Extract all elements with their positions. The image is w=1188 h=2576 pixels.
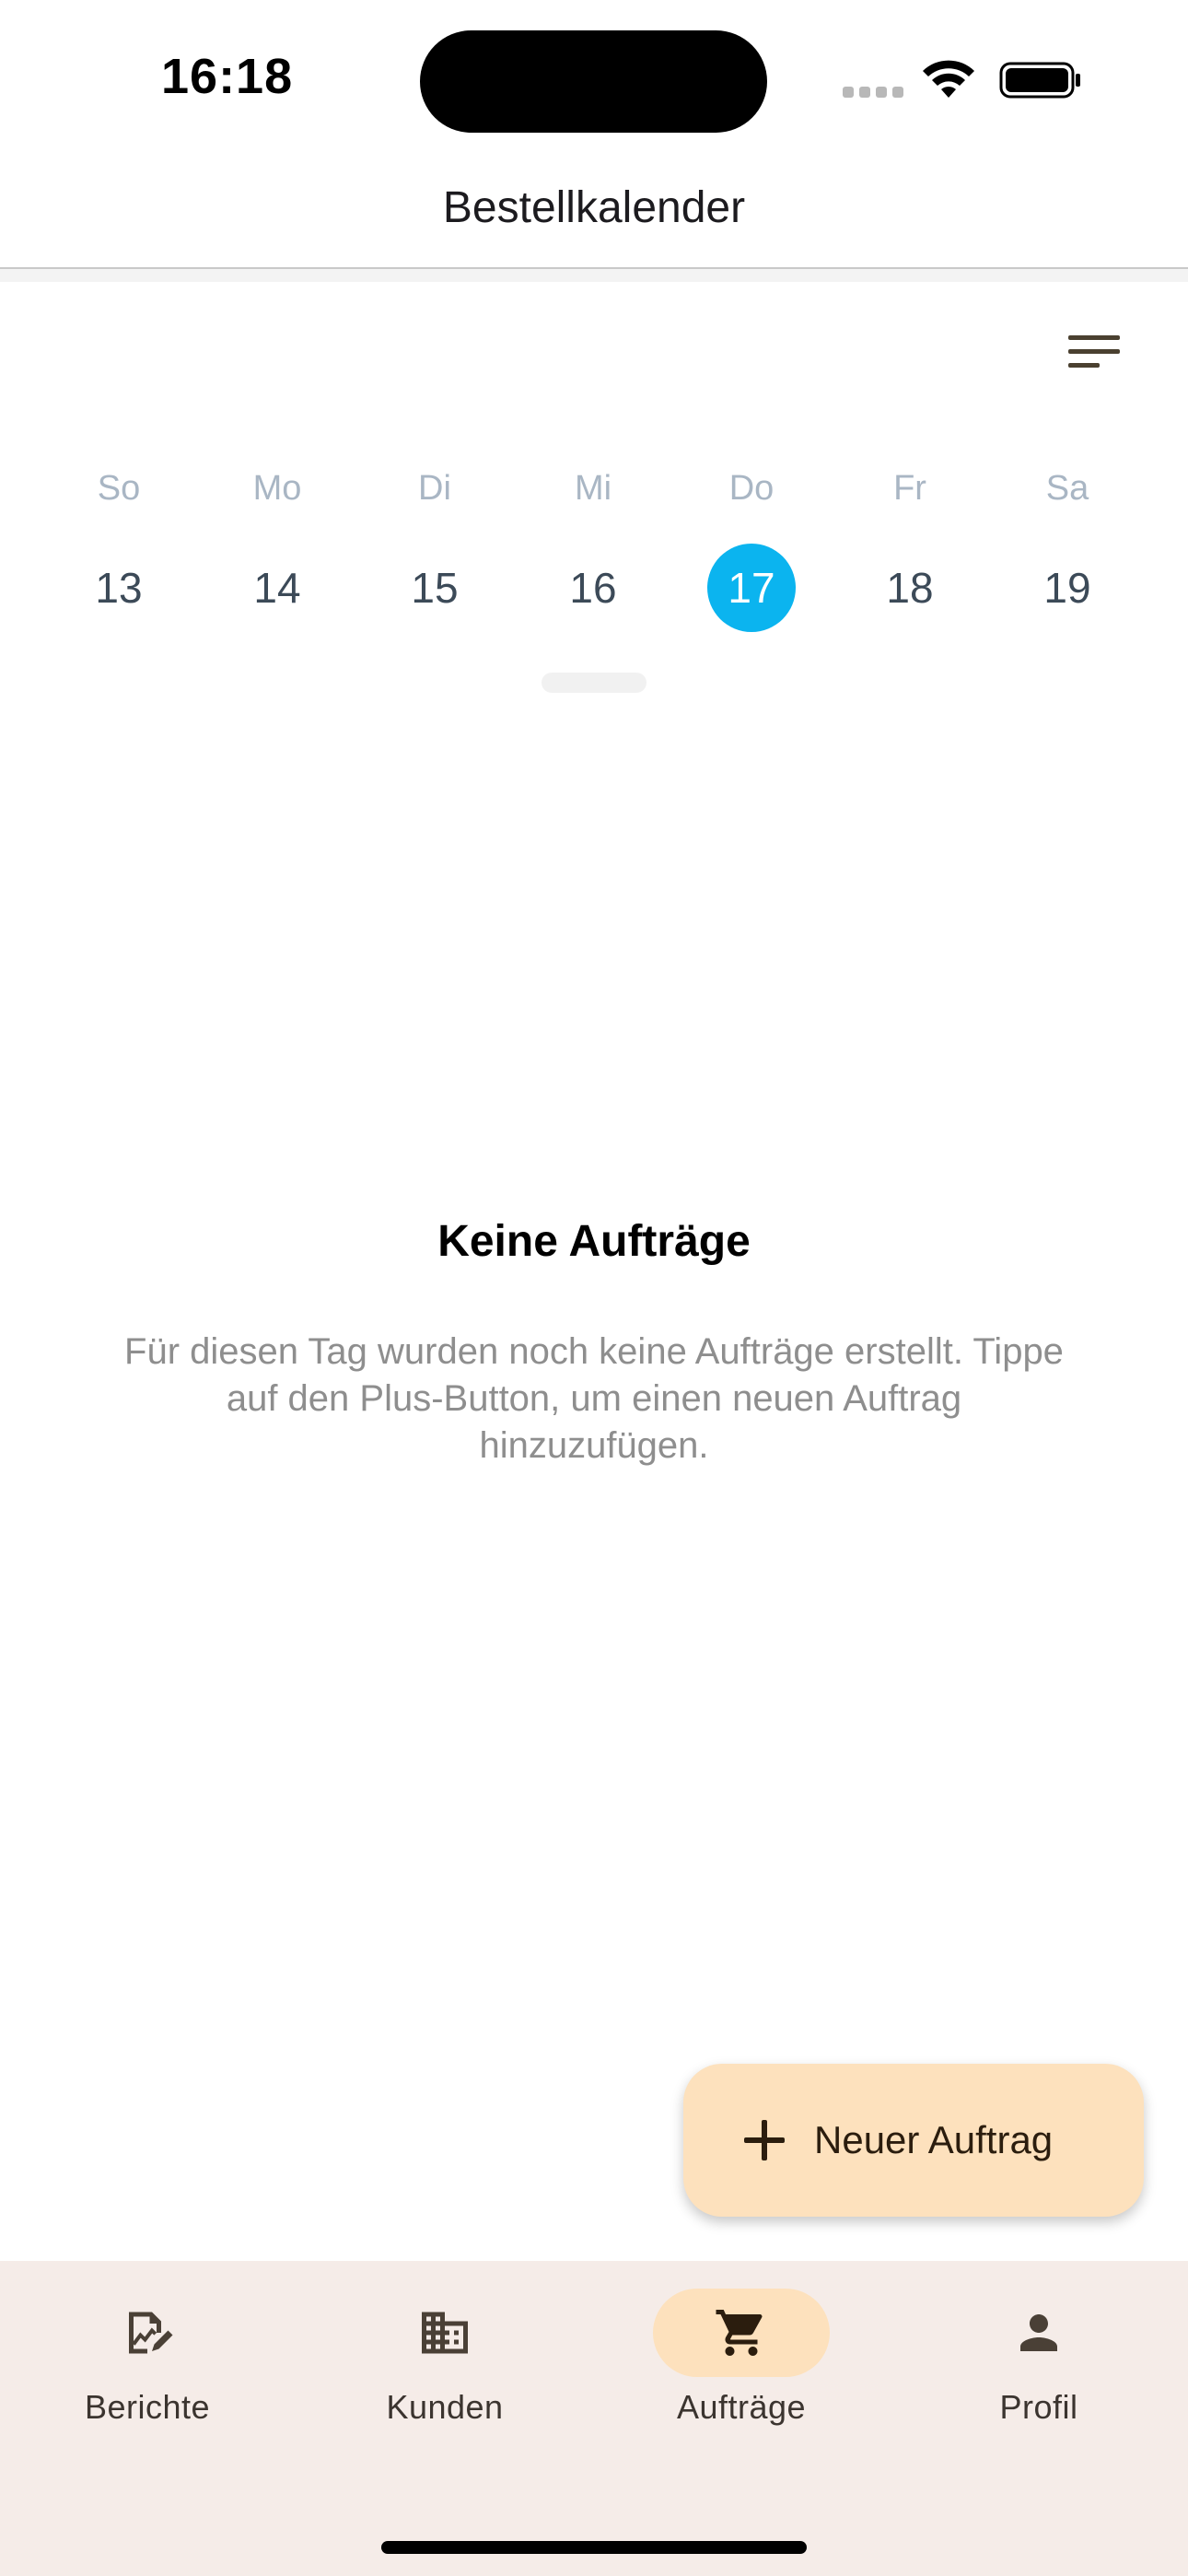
day-name: So	[97, 469, 141, 508]
status-bar: 16:18	[0, 0, 1188, 157]
wifi-icon	[923, 60, 974, 98]
calendar-day[interactable]: Mi 16	[538, 461, 648, 636]
app-bar: Bestellkalender	[0, 157, 1188, 269]
nav-label: Kunden	[386, 2388, 504, 2426]
plus-icon	[739, 2114, 790, 2166]
day-number: 18	[886, 564, 934, 612]
page-title: Bestellkalender	[442, 183, 746, 232]
home-indicator[interactable]	[381, 2541, 807, 2554]
calendar-day-selected[interactable]: Do 17	[696, 461, 807, 636]
bottom-navigation: Berichte Kunden Aufträge Profil	[0, 2261, 1188, 2576]
day-number: 19	[1043, 564, 1091, 612]
day-name: Do	[728, 469, 775, 508]
day-number: 14	[253, 564, 301, 612]
day-number: 16	[569, 564, 617, 612]
status-time: 16:18	[161, 49, 294, 104]
nav-item-auftraege[interactable]: Aufträge	[631, 2289, 852, 2427]
day-number-selected: 17	[707, 544, 796, 632]
nav-item-berichte[interactable]: Berichte	[37, 2289, 258, 2427]
calendar-day[interactable]: Fr 18	[855, 461, 965, 636]
battery-icon	[999, 62, 1080, 99]
status-icons	[843, 57, 1082, 103]
day-name: Fr	[893, 469, 926, 508]
week-calendar: So 13 Mo 14 Di 15 Mi 16 Do 17 Fr 18 Sa 1…	[0, 461, 1188, 645]
new-order-button[interactable]: Neuer Auftrag	[683, 2064, 1144, 2217]
empty-state-text: Für diesen Tag wurden noch keine Aufträg…	[124, 1331, 1064, 1466]
nav-item-profil[interactable]: Profil	[928, 2289, 1149, 2427]
calendar-drag-handle[interactable]	[542, 673, 646, 693]
app-bar-divider	[0, 269, 1188, 282]
building-icon	[422, 2312, 468, 2354]
shopping-cart-icon	[716, 2310, 763, 2356]
day-name: Mo	[252, 469, 302, 508]
day-number: 15	[411, 564, 459, 612]
new-order-label: Neuer Auftrag	[814, 2118, 1054, 2161]
nav-label: Berichte	[84, 2388, 211, 2426]
day-name: Sa	[1045, 469, 1089, 508]
nav-label: Profil	[999, 2388, 1078, 2426]
filter-list-icon[interactable]	[1057, 322, 1131, 381]
nav-label: Aufträge	[676, 2388, 807, 2426]
empty-state-title: Keine Aufträge	[437, 1217, 751, 1266]
person-icon	[1020, 2314, 1057, 2351]
cellular-signal-icon	[843, 87, 903, 98]
calendar-day[interactable]: Di 15	[379, 461, 490, 636]
calendar-day[interactable]: So 13	[64, 461, 174, 636]
calendar-day[interactable]: Mo 14	[222, 461, 332, 636]
dynamic-island	[420, 30, 767, 133]
calendar-day[interactable]: Sa 19	[1012, 461, 1123, 636]
day-name: Mi	[574, 469, 612, 508]
day-name: Di	[418, 469, 451, 508]
day-number: 13	[95, 564, 143, 612]
report-edit-icon	[129, 2312, 173, 2354]
nav-item-kunden[interactable]: Kunden	[334, 2289, 555, 2427]
